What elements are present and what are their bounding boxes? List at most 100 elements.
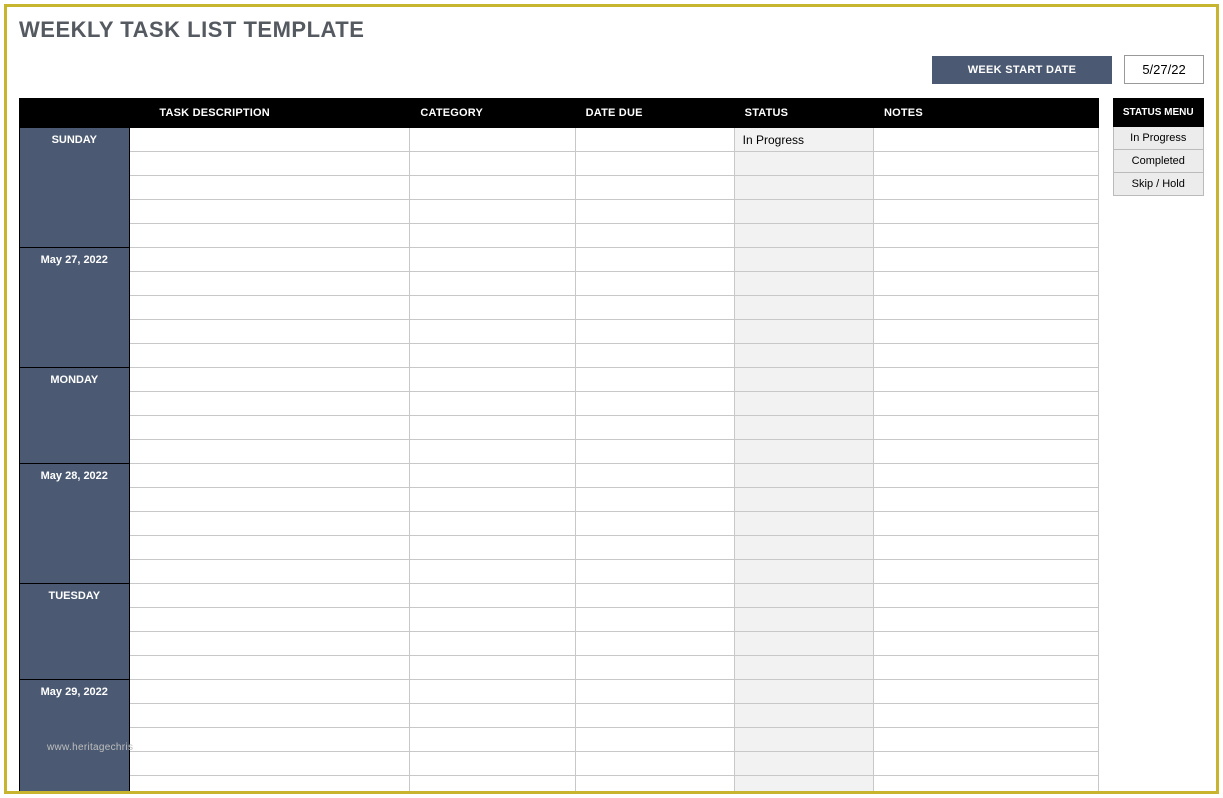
status-cell[interactable] bbox=[734, 200, 873, 224]
due-cell[interactable] bbox=[575, 728, 734, 752]
category-cell[interactable] bbox=[410, 680, 575, 704]
task-cell[interactable] bbox=[129, 608, 410, 632]
category-cell[interactable] bbox=[410, 224, 575, 248]
status-cell[interactable] bbox=[734, 728, 873, 752]
status-cell[interactable] bbox=[734, 296, 873, 320]
category-cell[interactable] bbox=[410, 608, 575, 632]
task-cell[interactable] bbox=[129, 368, 410, 392]
category-cell[interactable] bbox=[410, 320, 575, 344]
status-cell[interactable] bbox=[734, 416, 873, 440]
status-cell[interactable] bbox=[734, 488, 873, 512]
task-cell[interactable] bbox=[129, 560, 410, 584]
task-cell[interactable] bbox=[129, 728, 410, 752]
category-cell[interactable] bbox=[410, 176, 575, 200]
due-cell[interactable] bbox=[575, 224, 734, 248]
status-cell[interactable] bbox=[734, 752, 873, 776]
notes-cell[interactable] bbox=[873, 536, 1098, 560]
status-cell[interactable] bbox=[734, 776, 873, 795]
status-cell[interactable] bbox=[734, 512, 873, 536]
notes-cell[interactable] bbox=[873, 128, 1098, 152]
category-cell[interactable] bbox=[410, 464, 575, 488]
task-cell[interactable] bbox=[129, 128, 410, 152]
status-cell[interactable] bbox=[734, 536, 873, 560]
notes-cell[interactable] bbox=[873, 176, 1098, 200]
task-cell[interactable] bbox=[129, 320, 410, 344]
notes-cell[interactable] bbox=[873, 584, 1098, 608]
task-cell[interactable] bbox=[129, 656, 410, 680]
task-cell[interactable] bbox=[129, 224, 410, 248]
category-cell[interactable] bbox=[410, 632, 575, 656]
due-cell[interactable] bbox=[575, 752, 734, 776]
task-cell[interactable] bbox=[129, 464, 410, 488]
category-cell[interactable] bbox=[410, 656, 575, 680]
category-cell[interactable] bbox=[410, 536, 575, 560]
status-cell[interactable] bbox=[734, 392, 873, 416]
due-cell[interactable] bbox=[575, 248, 734, 272]
status-cell[interactable] bbox=[734, 344, 873, 368]
notes-cell[interactable] bbox=[873, 680, 1098, 704]
status-cell[interactable] bbox=[734, 224, 873, 248]
task-cell[interactable] bbox=[129, 416, 410, 440]
category-cell[interactable] bbox=[410, 200, 575, 224]
notes-cell[interactable] bbox=[873, 752, 1098, 776]
notes-cell[interactable] bbox=[873, 344, 1098, 368]
status-cell[interactable] bbox=[734, 464, 873, 488]
notes-cell[interactable] bbox=[873, 776, 1098, 795]
category-cell[interactable] bbox=[410, 248, 575, 272]
notes-cell[interactable] bbox=[873, 296, 1098, 320]
category-cell[interactable] bbox=[410, 128, 575, 152]
task-cell[interactable] bbox=[129, 344, 410, 368]
due-cell[interactable] bbox=[575, 176, 734, 200]
status-cell[interactable] bbox=[734, 704, 873, 728]
notes-cell[interactable] bbox=[873, 464, 1098, 488]
status-cell[interactable]: In Progress bbox=[734, 128, 873, 152]
category-cell[interactable] bbox=[410, 728, 575, 752]
task-cell[interactable] bbox=[129, 152, 410, 176]
task-cell[interactable] bbox=[129, 392, 410, 416]
due-cell[interactable] bbox=[575, 608, 734, 632]
task-cell[interactable] bbox=[129, 680, 410, 704]
task-cell[interactable] bbox=[129, 536, 410, 560]
notes-cell[interactable] bbox=[873, 488, 1098, 512]
due-cell[interactable] bbox=[575, 584, 734, 608]
due-cell[interactable] bbox=[575, 272, 734, 296]
category-cell[interactable] bbox=[410, 416, 575, 440]
due-cell[interactable] bbox=[575, 416, 734, 440]
category-cell[interactable] bbox=[410, 152, 575, 176]
notes-cell[interactable] bbox=[873, 560, 1098, 584]
task-cell[interactable] bbox=[129, 704, 410, 728]
status-cell[interactable] bbox=[734, 680, 873, 704]
due-cell[interactable] bbox=[575, 440, 734, 464]
task-cell[interactable] bbox=[129, 296, 410, 320]
category-cell[interactable] bbox=[410, 752, 575, 776]
due-cell[interactable] bbox=[575, 632, 734, 656]
notes-cell[interactable] bbox=[873, 200, 1098, 224]
due-cell[interactable] bbox=[575, 704, 734, 728]
status-menu-item[interactable]: In Progress bbox=[1113, 127, 1204, 150]
task-cell[interactable] bbox=[129, 632, 410, 656]
due-cell[interactable] bbox=[575, 464, 734, 488]
notes-cell[interactable] bbox=[873, 440, 1098, 464]
notes-cell[interactable] bbox=[873, 392, 1098, 416]
task-cell[interactable] bbox=[129, 176, 410, 200]
due-cell[interactable] bbox=[575, 560, 734, 584]
task-cell[interactable] bbox=[129, 200, 410, 224]
status-cell[interactable] bbox=[734, 608, 873, 632]
notes-cell[interactable] bbox=[873, 416, 1098, 440]
due-cell[interactable] bbox=[575, 320, 734, 344]
status-cell[interactable] bbox=[734, 632, 873, 656]
due-cell[interactable] bbox=[575, 296, 734, 320]
category-cell[interactable] bbox=[410, 440, 575, 464]
task-cell[interactable] bbox=[129, 776, 410, 795]
task-cell[interactable] bbox=[129, 752, 410, 776]
notes-cell[interactable] bbox=[873, 272, 1098, 296]
task-cell[interactable] bbox=[129, 440, 410, 464]
task-cell[interactable] bbox=[129, 584, 410, 608]
notes-cell[interactable] bbox=[873, 224, 1098, 248]
category-cell[interactable] bbox=[410, 392, 575, 416]
due-cell[interactable] bbox=[575, 536, 734, 560]
category-cell[interactable] bbox=[410, 344, 575, 368]
due-cell[interactable] bbox=[575, 656, 734, 680]
status-cell[interactable] bbox=[734, 656, 873, 680]
status-cell[interactable] bbox=[734, 248, 873, 272]
